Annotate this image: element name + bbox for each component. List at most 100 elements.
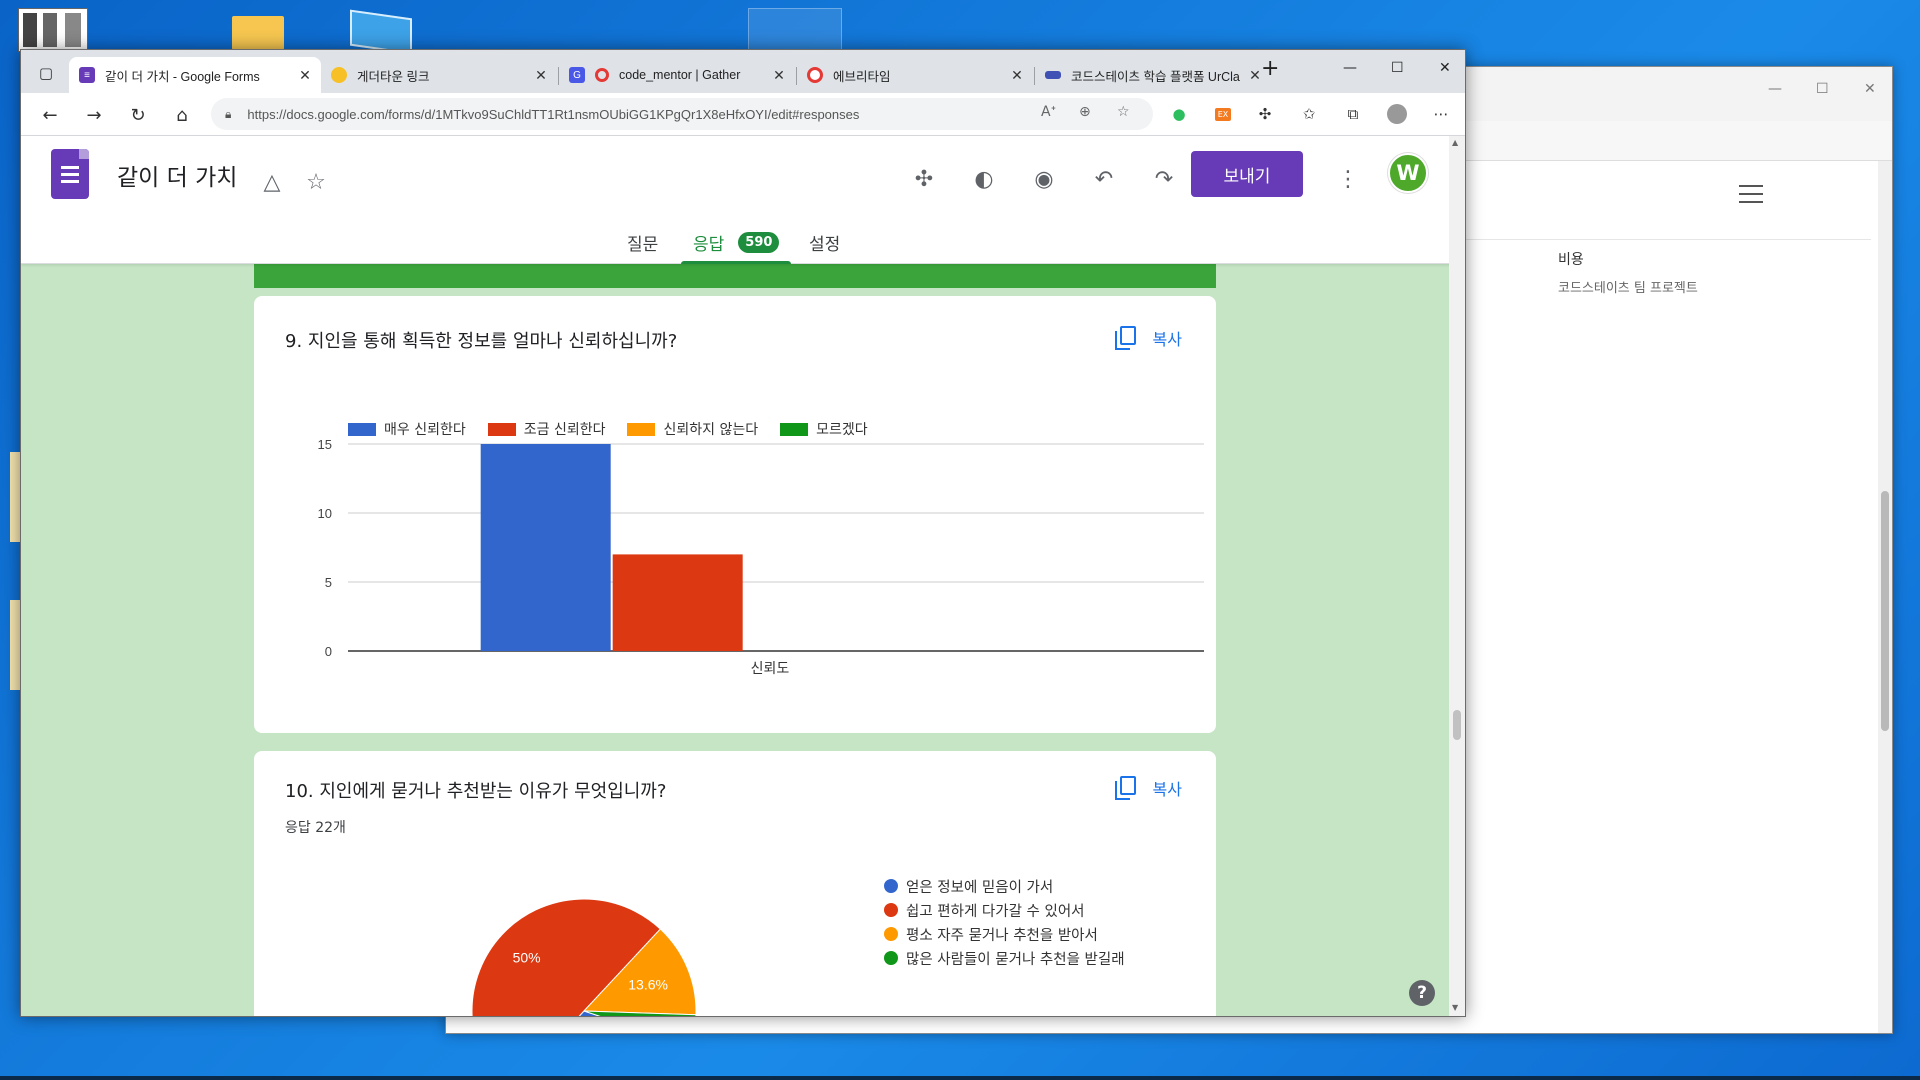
tab-questions-label: 질문 [627, 234, 659, 255]
copy-chart-button[interactable]: 복사 [1114, 776, 1182, 800]
form-title[interactable]: 같이 더 가치 [117, 158, 237, 192]
preview-eye-icon[interactable]: ◉ [1029, 164, 1059, 194]
y-tick-label: 5 [325, 575, 332, 590]
response-count: 응답 22개 [285, 820, 346, 836]
desktop-file-icon[interactable] [748, 8, 842, 52]
tab-actions-icon[interactable]: ▢ [33, 60, 59, 86]
read-aloud-icon[interactable]: Aᐩ [1041, 104, 1056, 120]
copy-chart-button[interactable]: 복사 [1114, 326, 1182, 350]
lock-icon[interactable]: 🔒︎ [225, 107, 231, 122]
help-icon[interactable]: ? [1409, 980, 1435, 1006]
everytime-favicon-icon [807, 67, 823, 83]
legend-item: 평소 자주 묻거나 추천을 받아서 [884, 922, 1125, 946]
tab-questions[interactable]: 질문 [627, 222, 658, 262]
send-button[interactable]: 보내기 [1191, 151, 1303, 197]
tab-title: 같이 더 가치 - Google Forms [105, 69, 260, 84]
browser-window[interactable]: ▢ ≡ 같이 더 가치 - Google Forms ✕ 게더타운 링크 ✕ G… [20, 49, 1466, 1017]
legend-item: 많은 사람들이 묻거나 추천을 받길래 [884, 946, 1125, 970]
page-scrollbar[interactable]: ▲ ▼ [1449, 136, 1465, 1016]
favorites-icon[interactable]: ✩ [1297, 102, 1321, 126]
pie-data-label: 50% [513, 950, 541, 966]
legend-item: 얻은 정보에 믿음이 가서 [884, 874, 1125, 898]
y-tick-label: 10 [318, 506, 332, 521]
tab-strip: ▢ ≡ 같이 더 가치 - Google Forms ✕ 게더타운 링크 ✕ G… [21, 50, 1465, 93]
url-text[interactable]: https://docs.google.com/forms/d/1MTkvo9S… [247, 107, 859, 122]
redo-icon[interactable]: ↷ [1149, 164, 1179, 194]
legend-swatch [884, 903, 898, 917]
tab-title: 코드스테이츠 학습 플랫폼 UrCla [1071, 69, 1240, 84]
gathertown-favicon-icon [331, 67, 347, 83]
tab-everytime[interactable]: 에브리타임 ✕ [797, 57, 1033, 93]
copy-icon [1114, 776, 1137, 800]
legend-swatch [884, 927, 898, 941]
forms-favicon-icon: ≡ [79, 67, 95, 83]
more-vert-icon[interactable]: ⋮ [1333, 164, 1363, 194]
hamburger-menu-icon[interactable] [1739, 185, 1763, 203]
more-icon[interactable]: ⋯ [1429, 102, 1453, 126]
tab-code-mentor-gather[interactable]: G code_mentor | Gather ✕ [559, 57, 795, 93]
tab-title: code_mentor | Gather [619, 68, 741, 82]
tab-google-forms[interactable]: ≡ 같이 더 가치 - Google Forms ✕ [69, 57, 321, 93]
bg-separator [1466, 239, 1871, 240]
reload-icon[interactable]: ↻ [125, 102, 151, 128]
palette-icon[interactable]: ◐ [969, 164, 999, 194]
undo-icon[interactable]: ↶ [1089, 164, 1119, 194]
star-icon[interactable]: ☆ [301, 167, 331, 197]
form-tabs: 질문 응답 590 설정 [21, 222, 1465, 264]
scrollbar-thumb[interactable] [1453, 710, 1461, 740]
maximize-button[interactable]: ☐ [1391, 60, 1404, 76]
taskbar [0, 1076, 1920, 1080]
legend-label: 많은 사람들이 묻거나 추천을 받길래 [906, 951, 1125, 968]
tab-close-icon[interactable]: ✕ [295, 67, 315, 84]
extension-ex-icon[interactable]: EX [1211, 102, 1235, 126]
addon-puzzle-icon[interactable]: ✣ [909, 164, 939, 194]
bg-item-text[interactable]: 비용 [1558, 249, 1584, 269]
tab-gathertown-link[interactable]: 게더타운 링크 ✕ [321, 57, 557, 93]
question-title: 10. 지인에게 묻거나 추천받는 이유가 무엇입니까? [285, 781, 667, 802]
x-tick-label: 신뢰도 [751, 661, 790, 677]
avatar[interactable]: W [1388, 153, 1428, 193]
active-tab-underline [681, 261, 792, 264]
tab-close-icon[interactable]: ✕ [1007, 67, 1027, 84]
close-button[interactable]: ✕ [1439, 60, 1451, 76]
tab-responses[interactable]: 응답 590 [681, 222, 792, 264]
google-forms-logo-icon[interactable] [51, 149, 89, 199]
desktop-monitor-icon[interactable] [350, 9, 412, 55]
desktop-icon-app[interactable] [18, 8, 88, 52]
bg-minimize-button[interactable]: — [1768, 81, 1782, 97]
collections-icon[interactable]: ⧉ [1341, 102, 1365, 126]
minimize-button[interactable]: — [1343, 60, 1357, 76]
new-tab-button[interactable]: + [1261, 56, 1279, 81]
favorite-add-icon[interactable]: ☆ [1117, 104, 1130, 120]
address-bar-row: ← → ↻ ⌂ 🔒︎ https://docs.google.com/forms… [21, 93, 1465, 136]
tab-codestates[interactable]: 코드스테이츠 학습 플랫폼 UrCla ✕ [1035, 57, 1271, 93]
profile-icon[interactable] [1385, 102, 1409, 126]
bg-item-subtext[interactable]: 코드스테이츠 팀 프로젝트 [1558, 277, 1698, 296]
move-to-drive-icon[interactable]: △ [257, 167, 287, 197]
back-arrow-icon[interactable]: ← [37, 102, 63, 128]
tab-close-icon[interactable]: ✕ [531, 67, 551, 84]
tab-responses-label: 응답 [693, 234, 725, 255]
url-field[interactable]: 🔒︎ https://docs.google.com/forms/d/1MTkv… [211, 98, 1153, 130]
bg-maximize-button[interactable]: ☐ [1816, 81, 1829, 97]
bar [480, 444, 611, 651]
tab-title: 에브리타임 [833, 69, 891, 84]
evernote-icon[interactable]: ● [1167, 102, 1191, 126]
bar [612, 554, 743, 651]
bg-scrollbar[interactable] [1878, 161, 1892, 1033]
forward-arrow-icon[interactable]: → [81, 102, 107, 128]
tab-settings[interactable]: 설정 [809, 222, 840, 262]
bg-close-button[interactable]: ✕ [1864, 81, 1876, 97]
tab-close-icon[interactable]: ✕ [769, 67, 789, 84]
home-icon[interactable]: ⌂ [169, 102, 195, 128]
zoom-icon[interactable]: ⊕ [1079, 104, 1091, 120]
responses-content: 9. 지인을 통해 획득한 정보를 얼마나 신뢰하십니까? 복사 매우 신뢰한다… [21, 264, 1451, 1016]
copy-label: 복사 [1152, 330, 1182, 349]
question-title: 9. 지인을 통해 획득한 정보를 얼마나 신뢰하십니까? [285, 331, 678, 352]
extensions-icon[interactable]: ✣ [1253, 102, 1277, 126]
forms-header: 같이 더 가치 △ ☆ ✣ ◐ ◉ ↶ ↷ 보내기 ⋮ W 질문 응답 590 … [21, 136, 1465, 264]
legend-item: 쉽고 편하게 다가갈 수 있어서 [884, 898, 1125, 922]
y-tick-label: 15 [318, 437, 332, 452]
copy-icon [1114, 326, 1137, 350]
desktop-folder-icon[interactable] [232, 16, 284, 50]
